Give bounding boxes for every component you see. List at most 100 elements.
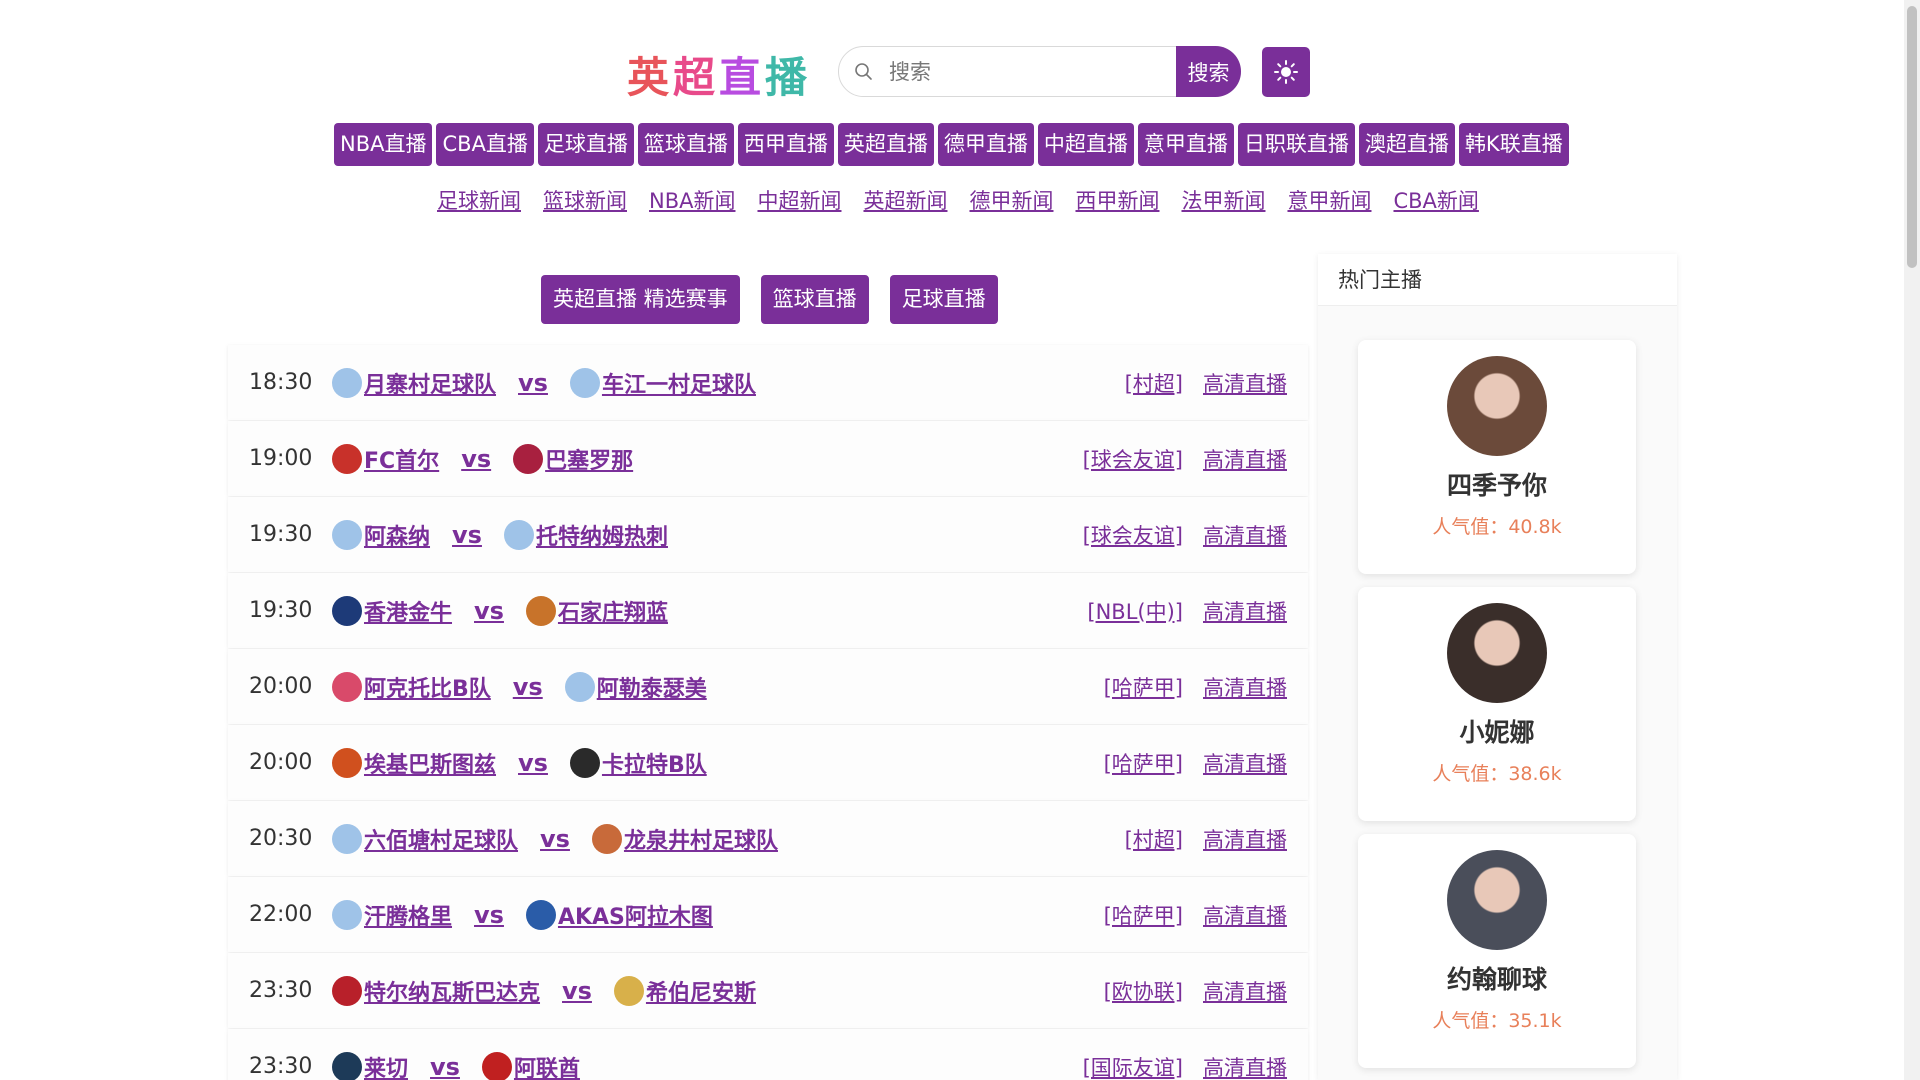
- away-team[interactable]: 希伯尼安斯: [613, 975, 756, 1007]
- team-badge-icon: [332, 519, 362, 550]
- match-row[interactable]: 20:30 六佰塘村足球队 vs 龙泉井村足球队 [村超] 高清直播: [228, 801, 1308, 876]
- away-team[interactable]: 卡拉特B队: [569, 747, 707, 779]
- nav-item[interactable]: NBA直播: [334, 123, 433, 166]
- avatar: [1447, 603, 1547, 703]
- vs-label[interactable]: vs: [562, 977, 592, 1005]
- home-team[interactable]: 六佰塘村足球队: [332, 823, 518, 855]
- scrollbar-thumb[interactable]: [1907, 6, 1917, 268]
- league-link[interactable]: [村超]: [1125, 368, 1183, 398]
- news-link[interactable]: 法甲新闻: [1181, 185, 1265, 215]
- news-link[interactable]: NBA新闻: [649, 185, 735, 215]
- nav-item[interactable]: CBA直播: [436, 123, 534, 166]
- match-row[interactable]: 19:30 阿森纳 vs 托特纳姆热刺 [球会友谊] 高清直播: [228, 497, 1308, 572]
- home-team[interactable]: 月寨村足球队: [332, 367, 496, 399]
- news-link[interactable]: 英超新闻: [863, 185, 947, 215]
- nav-item[interactable]: 韩K联直播: [1458, 123, 1569, 166]
- home-team[interactable]: FC首尔: [332, 443, 439, 475]
- away-team[interactable]: 巴塞罗那: [513, 443, 633, 475]
- match-row[interactable]: 19:30 香港金牛 vs 石家庄翔蓝 [NBL(中)] 高清直播: [228, 573, 1308, 648]
- live-link[interactable]: 高清直播: [1203, 672, 1287, 702]
- live-link[interactable]: 高清直播: [1203, 824, 1287, 854]
- league-link[interactable]: [国际友谊]: [1083, 1052, 1183, 1080]
- match-row[interactable]: 18:30 月寨村足球队 vs 车江一村足球队 [村超] 高清直播: [228, 345, 1308, 420]
- live-link[interactable]: 高清直播: [1203, 520, 1287, 550]
- search-button[interactable]: 搜索: [1176, 46, 1241, 97]
- match-time: 23:30: [249, 978, 313, 1003]
- league-link[interactable]: [哈萨甲]: [1104, 672, 1183, 702]
- home-team[interactable]: 阿克托比B队: [332, 671, 491, 703]
- nav-item[interactable]: 西甲直播: [737, 123, 834, 166]
- news-link[interactable]: 足球新闻: [437, 185, 521, 215]
- home-team[interactable]: 埃基巴斯图兹: [332, 747, 496, 779]
- away-team[interactable]: 阿勒泰瑟美: [564, 671, 707, 703]
- news-link[interactable]: 西甲新闻: [1075, 185, 1159, 215]
- league-link[interactable]: [哈萨甲]: [1104, 900, 1183, 930]
- anchor-card[interactable]: 约翰聊球 人气值：35.1k: [1358, 834, 1636, 1068]
- vs-label[interactable]: vs: [518, 749, 548, 777]
- live-link[interactable]: 高清直播: [1203, 900, 1287, 930]
- vs-label[interactable]: vs: [430, 1053, 460, 1080]
- vs-label[interactable]: vs: [452, 521, 482, 549]
- vs-label[interactable]: vs: [474, 597, 504, 625]
- league-link[interactable]: [哈萨甲]: [1104, 748, 1183, 778]
- away-team[interactable]: 车江一村足球队: [569, 367, 756, 399]
- match-row[interactable]: 20:00 埃基巴斯图兹 vs 卡拉特B队 [哈萨甲] 高清直播: [228, 725, 1308, 800]
- home-team[interactable]: 阿森纳: [332, 519, 430, 551]
- home-team[interactable]: 香港金牛: [332, 595, 452, 627]
- news-link[interactable]: CBA新闻: [1393, 185, 1478, 215]
- live-link[interactable]: 高清直播: [1203, 368, 1287, 398]
- vs-label[interactable]: vs: [461, 445, 491, 473]
- nav-item[interactable]: 日职联直播: [1237, 123, 1355, 166]
- nav-item[interactable]: 足球直播: [537, 123, 634, 166]
- nav-item[interactable]: 篮球直播: [637, 123, 734, 166]
- away-team[interactable]: 阿联酋: [481, 1051, 580, 1080]
- nav-item[interactable]: 中超直播: [1037, 123, 1134, 166]
- vs-label[interactable]: vs: [513, 673, 543, 701]
- nav-item[interactable]: 英超直播: [837, 123, 934, 166]
- live-link[interactable]: 高清直播: [1203, 444, 1287, 474]
- team-badge-icon: [332, 367, 362, 398]
- match-row[interactable]: 19:00 FC首尔 vs 巴塞罗那 [球会友谊] 高清直播: [228, 421, 1308, 496]
- team-badge-icon: [525, 899, 556, 930]
- news-link[interactable]: 意甲新闻: [1287, 185, 1371, 215]
- theme-toggle-button[interactable]: [1262, 47, 1310, 97]
- match-row[interactable]: 23:30 特尔纳瓦斯巴达克 vs 希伯尼安斯 [欧协联] 高清直播: [228, 953, 1308, 1028]
- tab-featured[interactable]: 英超直播 精选赛事: [541, 275, 740, 324]
- league-link[interactable]: [欧协联]: [1104, 976, 1183, 1006]
- nav-item[interactable]: 澳超直播: [1358, 123, 1455, 166]
- anchor-card[interactable]: 小妮娜 人气值：38.6k: [1358, 587, 1636, 821]
- match-row[interactable]: 20:00 阿克托比B队 vs 阿勒泰瑟美 [哈萨甲] 高清直播: [228, 649, 1308, 724]
- vs-label[interactable]: vs: [540, 825, 570, 853]
- away-team[interactable]: 石家庄翔蓝: [525, 595, 668, 627]
- live-link[interactable]: 高清直播: [1203, 748, 1287, 778]
- away-team[interactable]: 托特纳姆热刺: [503, 519, 668, 551]
- live-link[interactable]: 高清直播: [1203, 976, 1287, 1006]
- news-link[interactable]: 德甲新闻: [969, 185, 1053, 215]
- page-scrollbar[interactable]: [1904, 0, 1920, 1080]
- home-team[interactable]: 莱切: [332, 1051, 408, 1080]
- league-link[interactable]: [球会友谊]: [1083, 444, 1183, 474]
- news-link[interactable]: 篮球新闻: [543, 185, 627, 215]
- away-team[interactable]: AKAS阿拉木图: [525, 899, 713, 931]
- live-link[interactable]: 高清直播: [1203, 1052, 1287, 1080]
- match-row[interactable]: 22:00 汗腾格里 vs AKAS阿拉木图 [哈萨甲] 高清直播: [228, 877, 1308, 952]
- league-link[interactable]: [村超]: [1125, 824, 1183, 854]
- vs-label[interactable]: vs: [518, 369, 548, 397]
- nav-item[interactable]: 德甲直播: [937, 123, 1034, 166]
- team-badge-icon: [332, 899, 362, 930]
- site-logo[interactable]: 英 超 直 播: [627, 46, 807, 102]
- home-team[interactable]: 汗腾格里: [332, 899, 452, 931]
- news-link[interactable]: 中超新闻: [757, 185, 841, 215]
- match-row[interactable]: 23:30 莱切 vs 阿联酋 [国际友谊] 高清直播: [228, 1029, 1308, 1080]
- live-link[interactable]: 高清直播: [1203, 596, 1287, 626]
- tab-basketball[interactable]: 篮球直播: [760, 275, 869, 324]
- home-team[interactable]: 特尔纳瓦斯巴达克: [332, 975, 540, 1007]
- league-link[interactable]: [NBL(中)]: [1087, 596, 1183, 626]
- nav-item[interactable]: 意甲直播: [1137, 123, 1234, 166]
- tab-football[interactable]: 足球直播: [889, 275, 998, 324]
- away-team[interactable]: 龙泉井村足球队: [591, 823, 778, 855]
- league-link[interactable]: [球会友谊]: [1083, 520, 1183, 550]
- anchor-card[interactable]: 四季予你 人气值：40.8k: [1358, 340, 1636, 574]
- team-badge-icon: [481, 1051, 512, 1080]
- vs-label[interactable]: vs: [474, 901, 504, 929]
